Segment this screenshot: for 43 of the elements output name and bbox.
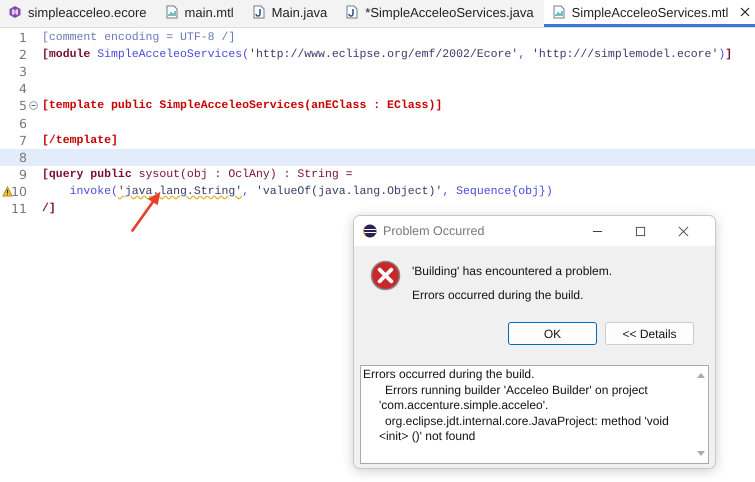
line-number: 5 — [19, 98, 27, 114]
details-button[interactable]: << Details — [605, 322, 694, 345]
code-line: [comment encoding = UTF-8 /] — [41, 31, 236, 44]
detail-text: Errors running builder 'Acceleo Builder' on project 'com.accenture.simple.acceleo'. — [378, 382, 649, 414]
line-number: 9 — [19, 166, 27, 182]
code-line: [query public sysout(obj : OclAny) : String = — [41, 168, 353, 181]
eclipse-logo-icon — [363, 224, 377, 238]
line-number: 7 — [19, 132, 27, 148]
code-line: [module SimpleAcceleoServices('http://www.eclipse.org/emf/2002/Ecore', 'http:///simplemodel.ecore')] — [41, 48, 732, 62]
dialog-title: Problem Occurred — [383, 224, 486, 238]
code-line: [/template] — [41, 134, 118, 147]
line-number: 3 — [19, 64, 27, 80]
editor-tab[interactable]: *SimpleAcceleoServices.java — [337, 0, 544, 27]
java-file-icon — [345, 5, 360, 19]
detail-text: Errors occurred during the build. — [363, 367, 536, 382]
collapse-icon[interactable] — [29, 101, 38, 110]
template-file-icon — [164, 5, 179, 19]
line-number: 10 — [11, 184, 27, 199]
ecore-file-icon — [8, 5, 22, 19]
ok-button[interactable]: OK — [508, 322, 597, 345]
error-message: 'Building' has encountered a problem. — [412, 264, 612, 278]
line-number: 8 — [19, 150, 27, 165]
close-icon[interactable] — [740, 7, 750, 17]
editor-tab[interactable]: main.mtl — [156, 0, 244, 27]
error-summary: Errors occurred during the build. — [412, 288, 584, 302]
editor-tab[interactable]: SimpleAcceleoServices.mtl — [544, 0, 755, 27]
line-number: 1 — [19, 30, 27, 46]
java-file-icon — [252, 5, 266, 19]
line-number: 11 — [11, 200, 27, 216]
line-number: 4 — [19, 81, 27, 96]
template-file-icon — [552, 5, 566, 19]
code-line: [template public SimpleAcceleoServices(anEClass : EClass)] — [41, 99, 442, 112]
detail-text: org.eclipse.jdt.internal.core.JavaProject: method 'void <init> ()' not found — [378, 414, 670, 444]
editor-tab[interactable]: simpleacceleo.ecore — [0, 0, 157, 27]
close-icon[interactable] — [678, 226, 689, 236]
warning-icon — [2, 186, 13, 197]
maximize-icon[interactable] — [635, 226, 646, 236]
error-icon — [370, 260, 401, 291]
line-number: 2 — [19, 47, 27, 62]
code-line: /] — [41, 202, 56, 215]
editor-tab[interactable]: Main.java — [244, 0, 338, 27]
line-number: 6 — [19, 116, 27, 131]
code-line: invoke('java.lang.String', 'valueOf(java.lang.Object)', Sequence{obj}) — [68, 184, 553, 198]
